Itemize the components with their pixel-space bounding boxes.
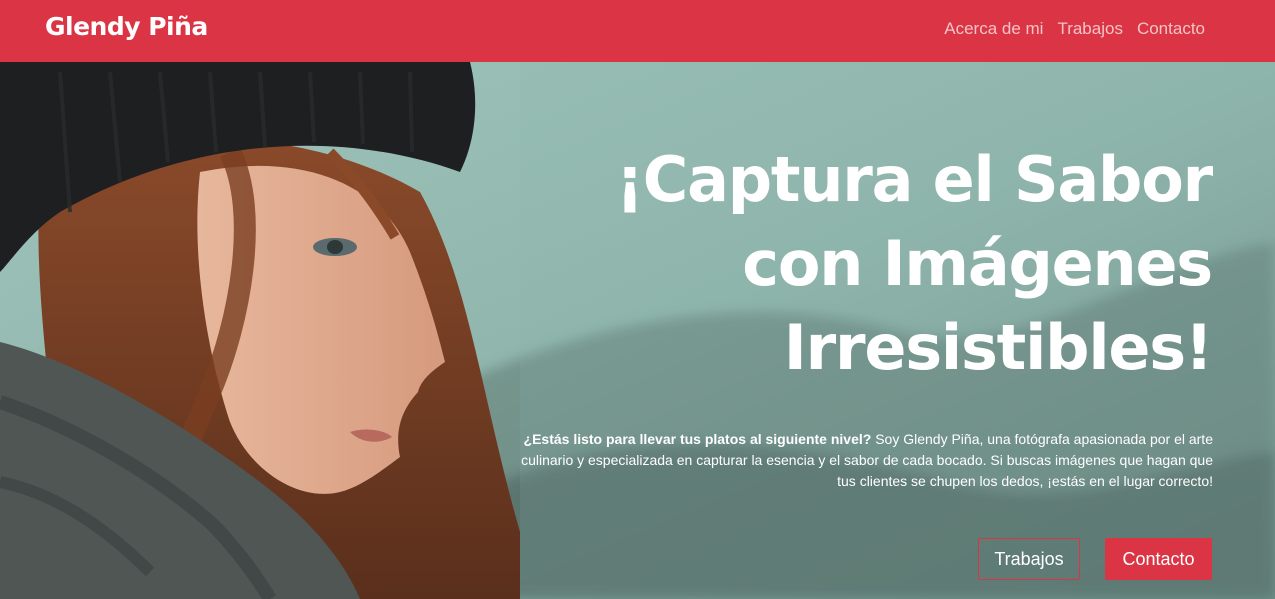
top-navbar: Glendy Piña Acerca de mi Trabajos Contac… — [0, 0, 1275, 62]
contacto-button[interactable]: Contacto — [1105, 538, 1212, 580]
nav-link-trabajos[interactable]: Trabajos — [1057, 19, 1123, 39]
hero-section: ¡Captura el Sabor con Imágenes Irresisti… — [0, 62, 1275, 599]
nav-links: Acerca de mi Trabajos Contacto — [944, 19, 1205, 39]
hero-title: ¡Captura el Sabor con Imágenes Irresisti… — [532, 138, 1214, 390]
hero-title-line-3: Irresistibles! — [783, 311, 1213, 384]
hero-intro-bold: ¿Estás listo para llevar tus platos al s… — [523, 431, 872, 447]
brand-logo[interactable]: Glendy Piña — [45, 12, 208, 41]
hero-title-line-1: ¡Captura el Sabor — [615, 143, 1214, 216]
hero-intro-paragraph: ¿Estás listo para llevar tus platos al s… — [513, 429, 1213, 492]
nav-link-contacto[interactable]: Contacto — [1137, 19, 1205, 39]
trabajos-button[interactable]: Trabajos — [978, 538, 1080, 580]
hero-title-line-2: con Imágenes — [742, 227, 1213, 300]
nav-link-acerca[interactable]: Acerca de mi — [944, 19, 1043, 39]
